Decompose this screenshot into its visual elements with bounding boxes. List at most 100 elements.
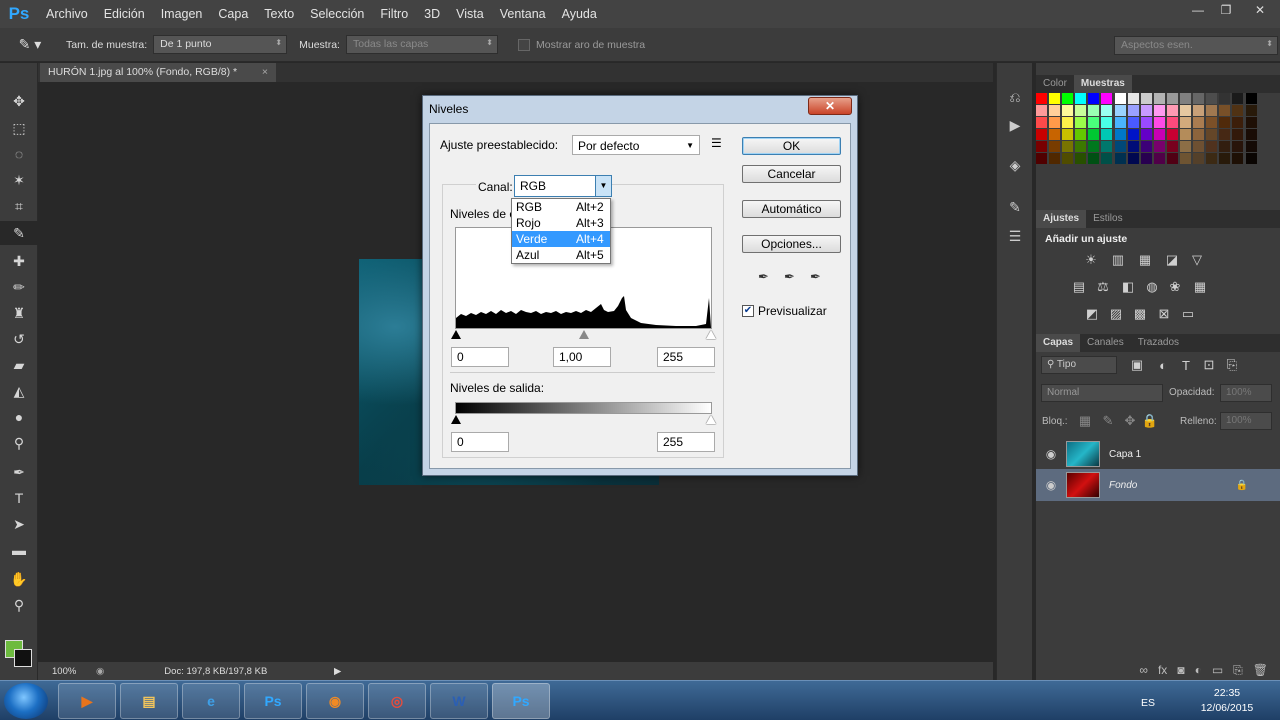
tab-ajustes[interactable]: Ajustes: [1036, 210, 1087, 228]
color-swatch[interactable]: [1140, 153, 1152, 164]
taskbar-word-icon[interactable]: W: [430, 683, 488, 719]
stamp-tool-icon[interactable]: ♜: [0, 301, 38, 325]
crop-tool-icon[interactable]: ⌗: [0, 194, 38, 218]
color-swatch[interactable]: [1036, 117, 1047, 128]
lock-transparency-icon[interactable]: ▦: [1076, 413, 1094, 429]
curves-icon[interactable]: ▦: [1136, 252, 1154, 268]
color-swatch[interactable]: [1219, 129, 1231, 140]
color-swatch[interactable]: [1088, 93, 1100, 104]
hue-saturation-icon[interactable]: ▤: [1070, 279, 1088, 295]
color-swatch[interactable]: [1140, 93, 1152, 104]
trash-icon[interactable]: 🗑: [1253, 663, 1268, 677]
eyedropper-preset-icon[interactable]: ✎ ▾: [0, 36, 60, 53]
new-adjustment-icon[interactable]: ◐: [1195, 663, 1202, 677]
brush-tool-icon[interactable]: ✏: [0, 275, 38, 299]
white-eyedropper-icon[interactable]: ✒: [810, 269, 826, 285]
zoom-level[interactable]: 100%: [52, 666, 92, 677]
magic-wand-tool-icon[interactable]: ✶: [0, 168, 38, 192]
menu-imagen[interactable]: Imagen: [153, 0, 211, 28]
color-swatch[interactable]: [1075, 153, 1087, 164]
color-swatch[interactable]: [1062, 105, 1074, 116]
color-swatch[interactable]: [1140, 105, 1152, 116]
tab-muestras[interactable]: Muestras: [1073, 75, 1132, 93]
color-swatch[interactable]: [1180, 105, 1192, 116]
color-swatch[interactable]: [1232, 129, 1244, 140]
path-selection-tool-icon[interactable]: ➤: [0, 512, 38, 536]
options-button[interactable]: Opciones...: [742, 235, 841, 253]
filter-adjust-icon[interactable]: ◐: [1154, 357, 1172, 373]
black-white-icon[interactable]: ◧: [1119, 279, 1137, 295]
color-swatch[interactable]: [1180, 153, 1192, 164]
color-swatch[interactable]: [1153, 141, 1165, 152]
color-swatch[interactable]: [1075, 129, 1087, 140]
color-swatch[interactable]: [1075, 93, 1087, 104]
input-black-field[interactable]: 0: [451, 347, 509, 367]
menu-texto[interactable]: Texto: [256, 0, 302, 28]
marquee-tool-icon[interactable]: ⬚: [0, 116, 38, 140]
channel-option-rgb[interactable]: RGB Alt+2: [512, 199, 610, 215]
color-swatch[interactable]: [1036, 93, 1047, 104]
color-swatch[interactable]: [1127, 153, 1139, 164]
tab-capas[interactable]: Capas: [1036, 334, 1081, 352]
taskbar-explorer-icon[interactable]: ▤: [120, 683, 178, 719]
filter-shape-icon[interactable]: ⊡: [1200, 357, 1218, 373]
taskbar-firefox-icon[interactable]: ◉: [306, 683, 364, 719]
color-swatch[interactable]: [1219, 117, 1231, 128]
filter-pixel-icon[interactable]: ▣: [1128, 357, 1146, 373]
gradient-map-icon[interactable]: ▭: [1179, 306, 1197, 322]
black-eyedropper-icon[interactable]: ✒: [758, 269, 774, 285]
show-ring-checkbox[interactable]: [517, 38, 530, 51]
color-swatch[interactable]: [1088, 153, 1100, 164]
color-swatch[interactable]: [1206, 153, 1218, 164]
color-swatch[interactable]: [1232, 105, 1244, 116]
ok-button[interactable]: OK: [742, 137, 841, 155]
blur-tool-icon[interactable]: ●: [0, 405, 38, 429]
invert-icon[interactable]: ◩: [1083, 306, 1101, 322]
channel-mixer-icon[interactable]: ❀: [1166, 279, 1184, 295]
color-swatch[interactable]: [1127, 129, 1139, 140]
color-swatch[interactable]: [1062, 117, 1074, 128]
posterize-icon[interactable]: ▨: [1107, 306, 1125, 322]
color-swatch[interactable]: [1036, 129, 1047, 140]
history-brush-tool-icon[interactable]: ↺: [0, 327, 38, 351]
color-swatch[interactable]: [1193, 129, 1205, 140]
document-tab[interactable]: HURÓN 1.jpg al 100% (Fondo, RGB/8) * ×: [40, 63, 276, 82]
color-swatch[interactable]: [1062, 141, 1074, 152]
photo-filter-icon[interactable]: ◍: [1143, 279, 1161, 295]
status-menu-icon[interactable]: ◉: [96, 666, 104, 677]
menu-3d[interactable]: 3D: [416, 0, 448, 28]
color-swatch[interactable]: [1153, 93, 1165, 104]
gray-eyedropper-icon[interactable]: ✒: [784, 269, 800, 285]
color-swatch[interactable]: [1101, 153, 1113, 164]
shape-tool-icon[interactable]: ▬: [0, 538, 38, 562]
color-swatch[interactable]: [1075, 105, 1087, 116]
color-swatch[interactable]: [1166, 153, 1178, 164]
taskbar-photoshop-2-icon[interactable]: Ps: [492, 683, 550, 719]
input-black-slider[interactable]: [451, 330, 461, 339]
lock-position-icon[interactable]: ✥: [1121, 413, 1139, 429]
add-mask-icon[interactable]: ◙: [1177, 663, 1184, 677]
visibility-eye-icon[interactable]: ◉: [1036, 447, 1066, 461]
color-swatch[interactable]: [1206, 105, 1218, 116]
filter-smart-icon[interactable]: ⎘: [1223, 357, 1241, 373]
3d-panel-icon[interactable]: ◈: [1005, 155, 1025, 175]
menu-vista[interactable]: Vista: [448, 0, 492, 28]
color-swatch[interactable]: [1114, 141, 1126, 152]
color-swatch[interactable]: [1140, 141, 1152, 152]
color-swatch[interactable]: [1088, 105, 1100, 116]
threshold-icon[interactable]: ▩: [1131, 306, 1149, 322]
dodge-tool-icon[interactable]: ⚲: [0, 431, 38, 455]
color-swatch[interactable]: [1114, 153, 1126, 164]
color-swatch[interactable]: [1101, 129, 1113, 140]
sample-size-select[interactable]: De 1 punto ⬍: [153, 35, 288, 54]
color-swatch[interactable]: [1219, 141, 1231, 152]
color-swatch[interactable]: [1193, 105, 1205, 116]
menu-ayuda[interactable]: Ayuda: [554, 0, 605, 28]
taskbar-ie-icon[interactable]: e: [182, 683, 240, 719]
tab-canales[interactable]: Canales: [1080, 334, 1131, 352]
menu-ventana[interactable]: Ventana: [492, 0, 554, 28]
color-swatch[interactable]: [1180, 129, 1192, 140]
chevron-down-icon[interactable]: ▼: [595, 176, 611, 196]
paint-bucket-tool-icon[interactable]: ◭: [0, 379, 38, 403]
color-swatch[interactable]: [1049, 129, 1061, 140]
